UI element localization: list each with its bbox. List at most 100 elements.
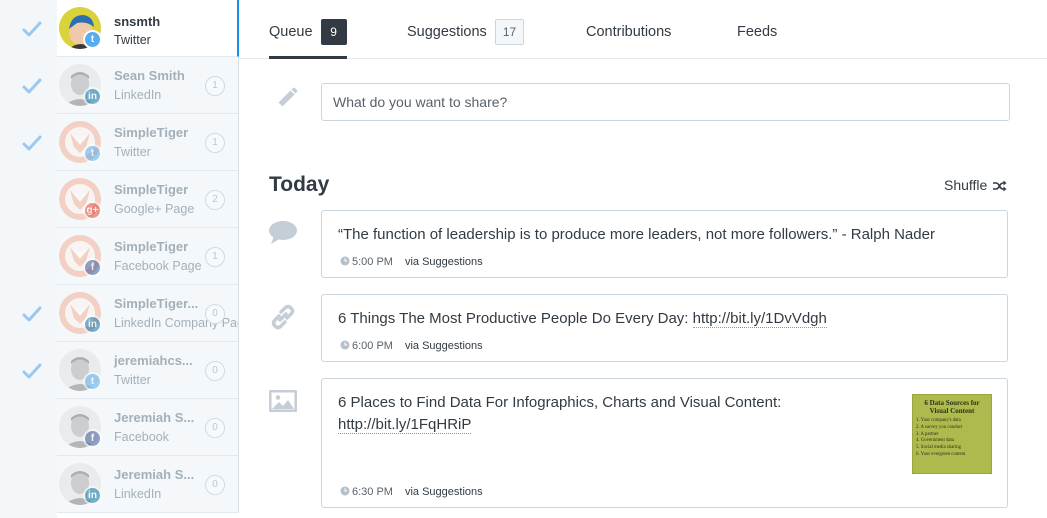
- speech-bubble-icon: [268, 220, 298, 251]
- checkmark-placeholder[interactable]: [22, 248, 42, 266]
- account-card[interactable]: in Jeremiah S... LinkedIn 0: [57, 456, 239, 513]
- account-row[interactable]: in Jeremiah S... LinkedIn 0: [0, 456, 240, 513]
- account-row[interactable]: t SimpleTiger Twitter 1: [0, 114, 240, 171]
- checkmark-icon[interactable]: [22, 77, 42, 95]
- account-row[interactable]: g+ SimpleTiger Google+ Page 2: [0, 171, 240, 228]
- checkmark-placeholder[interactable]: [22, 191, 42, 209]
- clock-icon: [340, 486, 352, 498]
- post-count-badge: 0: [205, 361, 225, 381]
- network-badge-icon: f: [83, 258, 102, 277]
- post-time: 6:30 PM: [352, 486, 393, 498]
- thumbnail-line: 5. Social media sharing: [916, 445, 962, 451]
- checkmark-icon[interactable]: [22, 362, 42, 380]
- account-card[interactable]: f Jeremiah S... Facebook 0: [57, 399, 239, 456]
- post-meta: 6:00 PM via Suggestions: [340, 340, 483, 352]
- tab-label: Feeds: [737, 24, 778, 40]
- thumbnail-line: 6. Your evergreen content: [916, 451, 966, 457]
- tab-contributions[interactable]: Contributions: [586, 18, 671, 59]
- checkmark-icon[interactable]: [22, 134, 42, 152]
- network-badge-icon: t: [83, 30, 102, 49]
- account-name: SimpleTiger: [114, 239, 189, 254]
- post-thumbnail[interactable]: 6 Data Sources for Visual Content 1. You…: [912, 394, 992, 474]
- shuffle-button[interactable]: Shuffle: [944, 177, 1007, 193]
- account-card[interactable]: in SimpleTiger... LinkedIn Company Page 0: [57, 285, 239, 342]
- account-network: Facebook: [114, 430, 169, 444]
- account-row[interactable]: t snsmth Twitter: [0, 0, 240, 57]
- account-card[interactable]: t jeremiahcs... Twitter 0: [57, 342, 239, 399]
- checkmark-placeholder[interactable]: [22, 419, 42, 437]
- post-text-body: 6 Places to Find Data For Infographics, …: [338, 394, 782, 411]
- account-row[interactable]: in Sean Smith LinkedIn 1: [0, 57, 240, 114]
- composer-input[interactable]: [321, 83, 1010, 121]
- account-network: LinkedIn: [114, 88, 162, 102]
- post-text-body: 6 Things The Most Productive People Do E…: [338, 310, 693, 327]
- thumbnail-line: 4. Government data: [916, 438, 954, 444]
- account-row[interactable]: f SimpleTiger Facebook Page 1: [0, 228, 240, 285]
- account-card[interactable]: t SimpleTiger Twitter 1: [57, 114, 239, 171]
- account-name: snsmth: [114, 14, 161, 29]
- network-badge-icon: t: [83, 372, 102, 391]
- post-count-badge: 2: [205, 190, 225, 210]
- link-icon: [268, 303, 298, 336]
- queued-post[interactable]: 6 Things The Most Productive People Do E…: [321, 294, 1008, 362]
- post-count-badge: 0: [205, 475, 225, 495]
- tab-count-badge: 9: [320, 19, 347, 45]
- tab-label: Suggestions: [407, 24, 487, 40]
- account-name: Jeremiah S...: [114, 410, 195, 425]
- app: t snsmth Twitter in Sean Smith LinkedIn 1 t Simp…: [0, 0, 1047, 518]
- clock-icon: [340, 340, 352, 352]
- account-card[interactable]: in Sean Smith LinkedIn 1: [57, 57, 239, 114]
- post-count-badge: 1: [205, 247, 225, 267]
- tab-label: Contributions: [586, 24, 672, 40]
- tab-suggestions[interactable]: Suggestions 17: [407, 18, 525, 59]
- post-text: 6 Places to Find Data For Infographics, …: [338, 392, 818, 436]
- tab-count-badge: 17: [494, 19, 525, 45]
- account-name: SimpleTiger...: [114, 296, 199, 311]
- checkmark-icon[interactable]: [22, 305, 42, 323]
- account-name: Sean Smith: [114, 68, 185, 83]
- network-badge-icon: f: [83, 429, 102, 448]
- account-card[interactable]: f SimpleTiger Facebook Page 1: [57, 228, 239, 285]
- post-count-badge: 1: [205, 76, 225, 96]
- thumbnail-line: 3. A partner: [916, 431, 939, 437]
- queue-main: Today Shuffle “The function of leadershi…: [240, 59, 1047, 518]
- queued-post[interactable]: 6 Places to Find Data For Infographics, …: [321, 378, 1008, 508]
- post-count-badge: 0: [205, 418, 225, 438]
- thumbnail-line: 2. A survey you conduct: [916, 424, 963, 430]
- post-meta: 5:00 PM via Suggestions: [340, 256, 483, 268]
- post-count-badge: 1: [205, 133, 225, 153]
- tab-queue[interactable]: Queue 9: [269, 18, 347, 59]
- post-time: 5:00 PM: [352, 256, 393, 268]
- account-name: jeremiahcs...: [114, 353, 193, 368]
- account-card[interactable]: g+ SimpleTiger Google+ Page 2: [57, 171, 239, 228]
- checkmark-icon[interactable]: [22, 20, 42, 38]
- shuffle-icon: [991, 177, 1007, 193]
- day-heading: Today: [269, 173, 330, 196]
- shuffle-label: Shuffle: [944, 177, 988, 193]
- tab-feeds[interactable]: Feeds: [737, 18, 777, 59]
- network-badge-icon: t: [83, 144, 102, 163]
- network-badge-icon: in: [83, 87, 102, 106]
- account-network: Google+ Page: [114, 202, 195, 216]
- post-source: via Suggestions: [404, 340, 483, 352]
- queued-post[interactable]: “The function of leadership is to produc…: [321, 210, 1008, 278]
- account-card[interactable]: t snsmth Twitter: [57, 0, 239, 57]
- thumbnail-title: 6 Data Sources for Visual Content: [924, 399, 980, 415]
- post-link[interactable]: http://bit.ly/1FqHRiP: [338, 416, 472, 434]
- clock-icon: [340, 256, 352, 268]
- image-icon: [268, 389, 298, 418]
- post-count-badge: 0: [205, 304, 225, 324]
- checkmark-placeholder[interactable]: [22, 476, 42, 494]
- account-row[interactable]: f Jeremiah S... Facebook 0: [0, 399, 240, 456]
- post-link[interactable]: http://bit.ly/1DvVdgh: [692, 310, 827, 328]
- tab-label: Queue: [269, 24, 313, 40]
- post-text: “The function of leadership is to produc…: [338, 224, 935, 246]
- account-name: SimpleTiger: [114, 125, 189, 140]
- account-network: LinkedIn: [114, 487, 162, 501]
- account-row[interactable]: t jeremiahcs... Twitter 0: [0, 342, 240, 399]
- account-row[interactable]: in SimpleTiger... LinkedIn Company Page 0: [0, 285, 240, 342]
- pencil-icon: [273, 86, 299, 117]
- post-source: via Suggestions: [404, 486, 483, 498]
- post-meta: 6:30 PM via Suggestions: [340, 486, 483, 498]
- post-text: 6 Things The Most Productive People Do E…: [338, 308, 827, 330]
